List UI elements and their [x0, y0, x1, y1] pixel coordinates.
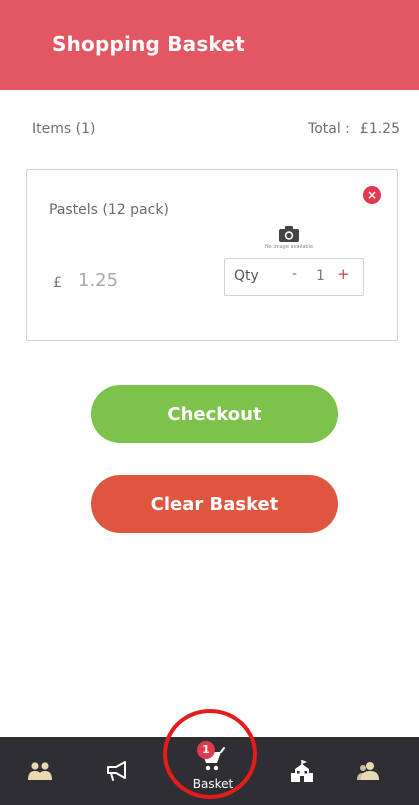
qty-value: 1	[316, 268, 325, 284]
basket-item-card: Pastels (12 pack) × No image available £…	[26, 169, 398, 341]
total-value: £1.25	[359, 121, 400, 137]
bottom-tab-bar: 1 Basket	[0, 737, 419, 805]
price-currency: £	[53, 275, 62, 291]
total-label: Total :	[308, 121, 350, 137]
qty-increment-button[interactable]: +	[337, 265, 350, 283]
tab-basket[interactable]: 1 Basket	[170, 737, 256, 805]
no-image-caption: No image available	[264, 244, 314, 250]
people-icon	[28, 762, 52, 780]
profile-icon	[357, 762, 379, 780]
remove-item-button[interactable]: ×	[363, 186, 381, 204]
qty-label: Qty	[234, 268, 259, 284]
camera-icon	[279, 226, 299, 242]
quantity-stepper: Qty - 1 +	[224, 258, 364, 296]
tab-basket-label: Basket	[192, 777, 234, 791]
item-image-placeholder: No image available	[264, 225, 314, 250]
tab-profile[interactable]	[348, 737, 388, 805]
header-bar: Shopping Basket	[0, 0, 419, 90]
school-icon	[291, 760, 313, 782]
tab-school[interactable]	[282, 737, 322, 805]
item-name: Pastels (12 pack)	[49, 202, 169, 218]
item-price: 1.25	[78, 270, 119, 291]
tab-people[interactable]	[20, 737, 60, 805]
basket-icon-wrap: 1	[197, 741, 227, 773]
tab-announcements[interactable]	[95, 737, 139, 805]
page-title: Shopping Basket	[52, 32, 245, 56]
qty-decrement-button[interactable]: -	[292, 266, 297, 282]
checkout-button[interactable]: Checkout	[91, 385, 338, 443]
basket-total: Total : £1.25	[308, 121, 400, 137]
megaphone-icon	[107, 761, 126, 781]
basket-count-badge: 1	[197, 741, 215, 759]
clear-basket-button[interactable]: Clear Basket	[91, 475, 338, 533]
items-count: Items (1)	[32, 121, 96, 137]
